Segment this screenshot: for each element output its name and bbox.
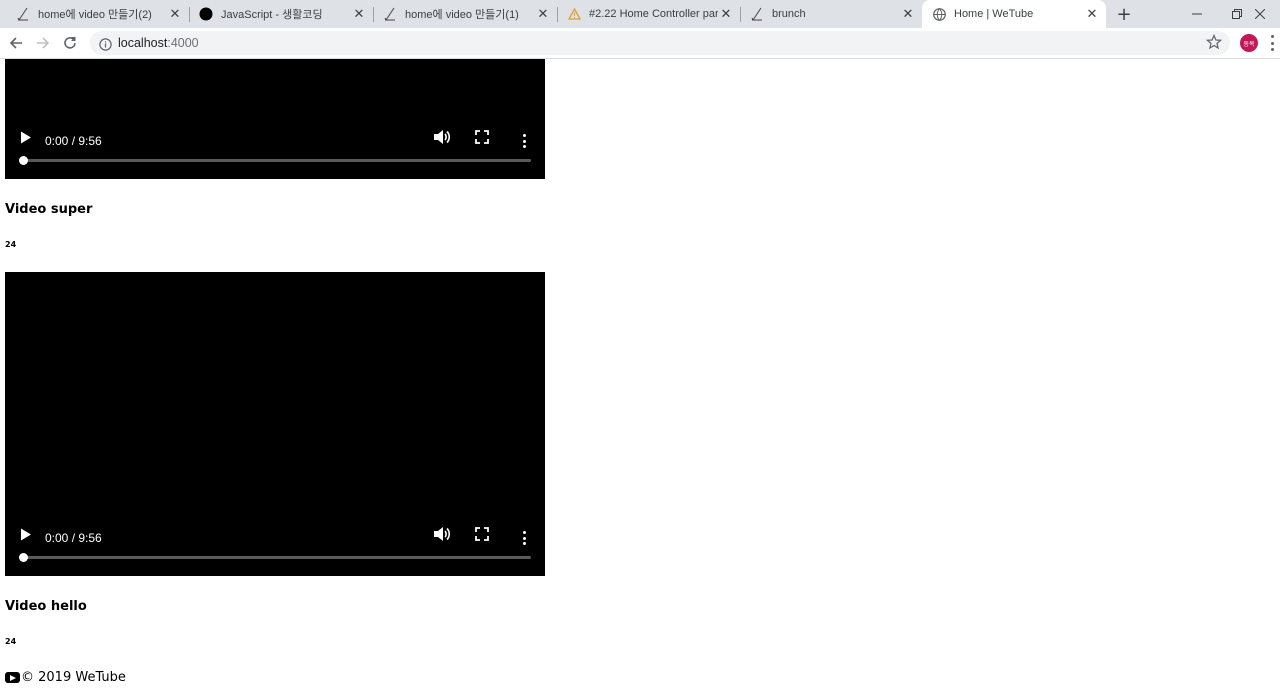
video-title: Video hello <box>5 599 87 614</box>
volume-icon[interactable] <box>433 526 451 546</box>
seek-bar[interactable] <box>19 553 531 562</box>
new-tab-button[interactable]: + <box>1114 4 1134 25</box>
tab-title: JavaScript - 생활코딩 <box>221 9 323 21</box>
brunch-pen-icon <box>383 7 397 21</box>
tab-javascript[interactable]: JavaScript - 생활코딩 ✕ <box>189 0 374 28</box>
profile-avatar[interactable]: 동복 <box>1240 34 1258 52</box>
tab-brunch[interactable]: brunch ✕ <box>740 0 922 28</box>
video-title: Video super <box>5 202 93 217</box>
tab-title: home에 video 만들기(1) <box>405 9 519 21</box>
close-icon[interactable]: ✕ <box>535 6 551 22</box>
url-text: localhost:4000 <box>118 36 199 50</box>
close-icon[interactable]: ✕ <box>1084 6 1100 22</box>
tab-title: brunch <box>772 8 806 20</box>
tab-strip: home에 video 만들기(2) ✕ JavaScript - 생활코딩 ✕… <box>0 0 1280 28</box>
info-icon[interactable] <box>99 36 112 55</box>
tab-title: home에 video 만들기(2) <box>38 9 152 21</box>
seek-bar[interactable] <box>19 156 531 165</box>
back-arrow-icon[interactable] <box>5 32 27 54</box>
video-views: 24 <box>5 240 17 249</box>
tab-wetube[interactable]: Home | WeTube ✕ <box>922 0 1106 28</box>
tab-title: #2.22 Home Controller part <box>589 8 718 20</box>
footer-text: © 2019 WeTube <box>21 670 126 685</box>
url-host: localhost <box>118 36 168 50</box>
page-footer: © 2019 WeTube <box>5 670 126 685</box>
forward-arrow-icon[interactable] <box>32 32 54 54</box>
video-controls: 0:00 / 9:56 <box>5 516 545 576</box>
video-player[interactable]: 0:00 / 9:56 <box>5 59 545 179</box>
brunch-pen-icon <box>16 7 30 21</box>
browser-menu-icon[interactable] <box>1269 35 1275 51</box>
volume-icon[interactable] <box>433 129 451 149</box>
tab-home-video-2[interactable]: home에 video 만들기(2) ✕ <box>0 0 190 28</box>
play-icon[interactable] <box>20 129 32 148</box>
video-controls: 0:00 / 9:56 <box>5 119 545 179</box>
minimize-icon[interactable] <box>1177 0 1217 28</box>
reload-icon[interactable] <box>59 32 81 54</box>
url-port: :4000 <box>167 36 199 50</box>
page-content: 0:00 / 9:56 Video super 24 0:00 / 9:56 V… <box>0 59 1280 692</box>
globe-icon <box>932 7 946 21</box>
seek-thumb[interactable] <box>19 553 28 562</box>
tab-home-video-1[interactable]: home에 video 만들기(1) ✕ <box>373 0 558 28</box>
close-icon[interactable]: ✕ <box>718 6 734 22</box>
brunch-pen-icon <box>750 7 764 21</box>
tab-title: Home | WeTube <box>954 8 1034 20</box>
close-icon[interactable]: ✕ <box>351 6 367 22</box>
address-bar[interactable]: localhost:4000 <box>90 31 1230 55</box>
more-options-icon[interactable] <box>521 531 527 545</box>
warning-triangle-icon <box>567 7 581 21</box>
tab-home-controller[interactable]: #2.22 Home Controller part ✕ <box>557 0 741 28</box>
circle-icon <box>199 7 213 21</box>
browser-toolbar: localhost:4000 동복 <box>0 28 1280 59</box>
video-time: 0:00 / 9:56 <box>45 531 102 545</box>
video-views: 24 <box>5 637 17 646</box>
seek-thumb[interactable] <box>19 156 28 165</box>
window-close-icon[interactable] <box>1240 0 1280 28</box>
youtube-icon <box>5 672 20 683</box>
video-time: 0:00 / 9:56 <box>45 134 102 148</box>
bookmark-star-icon[interactable] <box>1205 33 1223 54</box>
fullscreen-icon[interactable] <box>475 526 489 545</box>
close-icon[interactable]: ✕ <box>900 6 916 22</box>
more-options-icon[interactable] <box>521 134 527 148</box>
video-player[interactable]: 0:00 / 9:56 <box>5 272 545 576</box>
fullscreen-icon[interactable] <box>475 129 489 148</box>
play-icon[interactable] <box>20 526 32 545</box>
close-icon[interactable]: ✕ <box>167 6 183 22</box>
